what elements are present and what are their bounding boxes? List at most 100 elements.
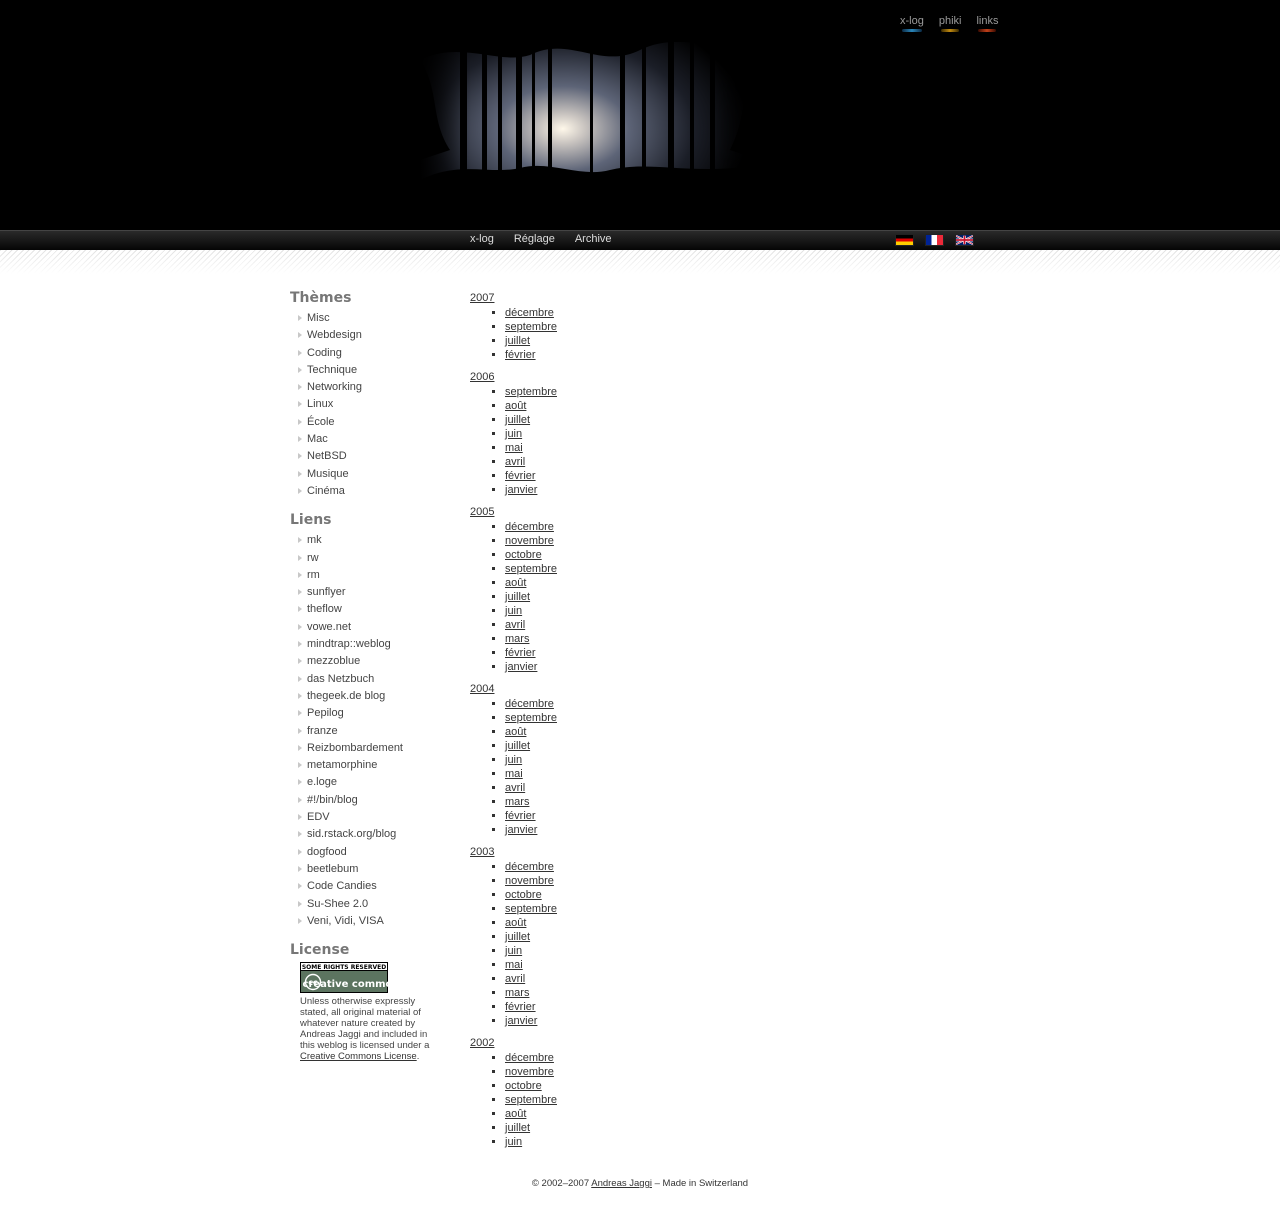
blogroll-link[interactable]: das Netzbuch	[307, 673, 374, 685]
theme-link[interactable]: Linux	[307, 398, 333, 410]
top-link-links[interactable]: links	[976, 15, 998, 32]
archive-month-link[interactable]: mai	[505, 959, 523, 971]
blogroll-link[interactable]: EDV	[307, 811, 330, 823]
creative-commons-badge[interactable]: SOME RIGHTS RESERVED cc creative commons	[300, 962, 450, 994]
nav-archive[interactable]: Archive	[575, 233, 612, 245]
archive-month-link[interactable]: janvier	[505, 1015, 537, 1027]
archive-month-link[interactable]: avril	[505, 973, 525, 985]
archive-month-link[interactable]: septembre	[505, 386, 557, 398]
theme-link[interactable]: Misc	[307, 312, 330, 324]
archive-month-link[interactable]: août	[505, 577, 526, 589]
archive-month-link[interactable]: novembre	[505, 535, 554, 547]
archive-month-link[interactable]: juillet	[505, 1122, 530, 1134]
blogroll-link[interactable]: Su-Shee 2.0	[307, 898, 368, 910]
archive-year-link[interactable]: 2002	[470, 1035, 670, 1051]
archive-month-link[interactable]: janvier	[505, 824, 537, 836]
archive-month-link[interactable]: avril	[505, 782, 525, 794]
blogroll-link[interactable]: rm	[307, 569, 320, 581]
archive-month-link[interactable]: novembre	[505, 1066, 554, 1078]
archive-month-link[interactable]: novembre	[505, 875, 554, 887]
nav-xlog[interactable]: x-log	[470, 233, 494, 245]
archive-month-link[interactable]: février	[505, 647, 536, 659]
blogroll-link[interactable]: mk	[307, 534, 322, 546]
archive-month-link[interactable]: juillet	[505, 591, 530, 603]
blogroll-link[interactable]: rw	[307, 552, 319, 564]
footer-author-link[interactable]: Andreas Jaggi	[591, 1178, 652, 1189]
theme-link[interactable]: Mac	[307, 433, 328, 445]
blogroll-link[interactable]: Veni, Vidi, VISA	[307, 915, 384, 927]
archive-month-link[interactable]: juillet	[505, 335, 530, 347]
archive-month-link[interactable]: mai	[505, 768, 523, 780]
archive-month-link[interactable]: juillet	[505, 414, 530, 426]
archive-month-link[interactable]: décembre	[505, 698, 554, 710]
top-link-phiki[interactable]: phiki	[939, 15, 961, 32]
archive-month-link[interactable]: février	[505, 1001, 536, 1013]
theme-link[interactable]: Cinéma	[307, 485, 345, 497]
blogroll-link[interactable]: vowe.net	[307, 621, 351, 633]
archive-month-link[interactable]: février	[505, 810, 536, 822]
german-flag-icon[interactable]	[895, 234, 914, 246]
archive-month-link[interactable]: juin	[505, 605, 522, 617]
french-flag-icon[interactable]	[925, 234, 944, 246]
archive-month-link[interactable]: juin	[505, 1136, 522, 1148]
archive-month-link[interactable]: décembre	[505, 307, 554, 319]
archive-month-link[interactable]: mai	[505, 442, 523, 454]
archive-month-link[interactable]: janvier	[505, 661, 537, 673]
archive-month-link[interactable]: septembre	[505, 903, 557, 915]
archive-month-link[interactable]: septembre	[505, 563, 557, 575]
blogroll-link[interactable]: mezzoblue	[307, 655, 360, 667]
archive-year-link[interactable]: 2005	[470, 504, 670, 520]
archive-month-link[interactable]: décembre	[505, 521, 554, 533]
theme-link[interactable]: Technique	[307, 364, 357, 376]
archive-year-link[interactable]: 2003	[470, 844, 670, 860]
blogroll-link[interactable]: Pepilog	[307, 707, 344, 719]
nav-reglage[interactable]: Réglage	[514, 233, 555, 245]
blogroll-link[interactable]: sunflyer	[307, 586, 346, 598]
archive-month-link[interactable]: septembre	[505, 321, 557, 333]
theme-link[interactable]: École	[307, 416, 335, 428]
archive-month-link[interactable]: août	[505, 400, 526, 412]
blogroll-link[interactable]: franze	[307, 725, 338, 737]
blogroll-link[interactable]: Reizbombardement	[307, 742, 403, 754]
archive-month-link[interactable]: juillet	[505, 740, 530, 752]
archive-year-link[interactable]: 2004	[470, 681, 670, 697]
archive-year-link[interactable]: 2006	[470, 369, 670, 385]
theme-link[interactable]: Webdesign	[307, 329, 362, 341]
archive-month-link[interactable]: juin	[505, 428, 522, 440]
archive-month-link[interactable]: janvier	[505, 484, 537, 496]
archive-month-link[interactable]: décembre	[505, 1052, 554, 1064]
theme-link[interactable]: Musique	[307, 468, 349, 480]
archive-month-link[interactable]: septembre	[505, 712, 557, 724]
archive-month-link[interactable]: août	[505, 1108, 526, 1120]
archive-month-link[interactable]: octobre	[505, 549, 542, 561]
blogroll-link[interactable]: thegeek.de blog	[307, 690, 385, 702]
archive-month-link[interactable]: mars	[505, 633, 529, 645]
uk-flag-icon[interactable]	[955, 234, 974, 246]
creative-commons-license-link[interactable]: Creative Commons License	[300, 1051, 417, 1062]
blogroll-link[interactable]: theflow	[307, 603, 342, 615]
archive-month-link[interactable]: juin	[505, 754, 522, 766]
blogroll-link[interactable]: beetlebum	[307, 863, 358, 875]
archive-month-link[interactable]: avril	[505, 456, 525, 468]
archive-month-link[interactable]: mars	[505, 987, 529, 999]
blogroll-link[interactable]: sid.rstack.org/blog	[307, 828, 396, 840]
archive-month-link[interactable]: décembre	[505, 861, 554, 873]
archive-month-link[interactable]: juin	[505, 945, 522, 957]
archive-year-link[interactable]: 2007	[470, 290, 670, 306]
theme-link[interactable]: NetBSD	[307, 450, 347, 462]
theme-link[interactable]: Networking	[307, 381, 362, 393]
archive-month-link[interactable]: août	[505, 917, 526, 929]
top-link-xlog[interactable]: x-log	[900, 15, 924, 32]
blogroll-link[interactable]: mindtrap::weblog	[307, 638, 391, 650]
archive-month-link[interactable]: février	[505, 470, 536, 482]
archive-month-link[interactable]: juillet	[505, 931, 530, 943]
archive-month-link[interactable]: août	[505, 726, 526, 738]
blogroll-link[interactable]: #!/bin/blog	[307, 794, 358, 806]
theme-link[interactable]: Coding	[307, 347, 342, 359]
archive-month-link[interactable]: mars	[505, 796, 529, 808]
blogroll-link[interactable]: dogfood	[307, 846, 347, 858]
archive-month-link[interactable]: octobre	[505, 1080, 542, 1092]
archive-month-link[interactable]: octobre	[505, 889, 542, 901]
blogroll-link[interactable]: e.loge	[307, 776, 337, 788]
blogroll-link[interactable]: metamorphine	[307, 759, 377, 771]
